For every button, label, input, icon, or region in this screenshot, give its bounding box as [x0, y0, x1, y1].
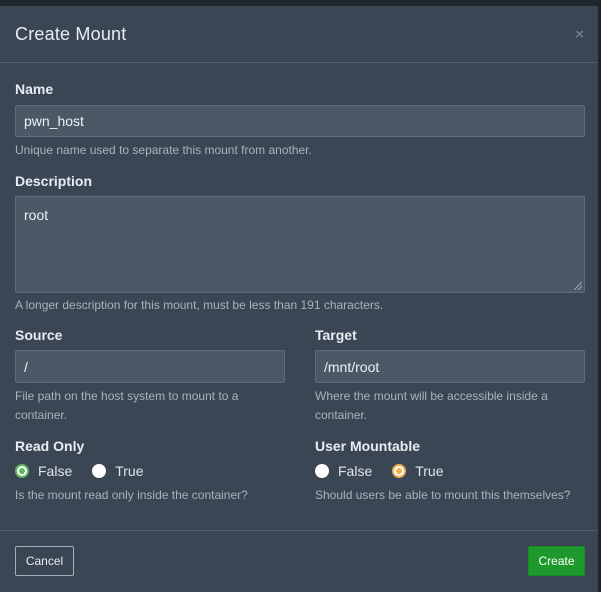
source-input[interactable]	[15, 350, 285, 383]
user-mountable-false-radio[interactable]	[315, 464, 329, 478]
user-mountable-true-radio[interactable]	[392, 464, 407, 478]
target-help: Where the mount will be accessible insid…	[315, 389, 548, 422]
name-input[interactable]	[15, 105, 585, 137]
source-label: Source	[15, 327, 63, 343]
user-mountable-help: Should users be able to mount this thems…	[315, 488, 571, 502]
user-mountable-true-label[interactable]: True	[415, 463, 443, 479]
read-only-false-label[interactable]: False	[38, 463, 72, 479]
target-input[interactable]	[315, 350, 585, 383]
read-only-false-radio[interactable]	[15, 464, 29, 478]
read-only-radio-group: False True	[15, 463, 164, 479]
user-mountable-false-label[interactable]: False	[338, 463, 372, 479]
create-button[interactable]: Create	[528, 546, 585, 576]
read-only-label: Read Only	[15, 438, 85, 454]
description-help: A longer description for this mount, mus…	[15, 298, 384, 312]
description-value: root	[24, 207, 49, 223]
source-help: File path on the host system to mount to…	[15, 389, 239, 422]
resize-grip-icon[interactable]	[574, 282, 582, 290]
close-icon[interactable]: ×	[575, 26, 584, 43]
user-mountable-label: User Mountable	[315, 438, 421, 454]
description-textarea[interactable]: root	[15, 196, 585, 293]
create-mount-modal: Create Mount × Name Unique name used to …	[0, 6, 598, 592]
modal-title: Create Mount	[15, 23, 127, 44]
read-only-true-radio[interactable]	[92, 464, 107, 478]
footer-divider	[0, 530, 598, 531]
description-label: Description	[15, 173, 93, 189]
modal-header: Create Mount ×	[0, 6, 598, 63]
user-mountable-radio-group: False True	[315, 463, 464, 479]
read-only-help: Is the mount read only inside the contai…	[15, 488, 248, 502]
read-only-true-label[interactable]: True	[115, 463, 143, 479]
target-label: Target	[315, 327, 357, 343]
name-help: Unique name used to separate this mount …	[15, 143, 312, 157]
cancel-button[interactable]: Cancel	[15, 546, 74, 576]
name-label: Name	[15, 81, 54, 97]
